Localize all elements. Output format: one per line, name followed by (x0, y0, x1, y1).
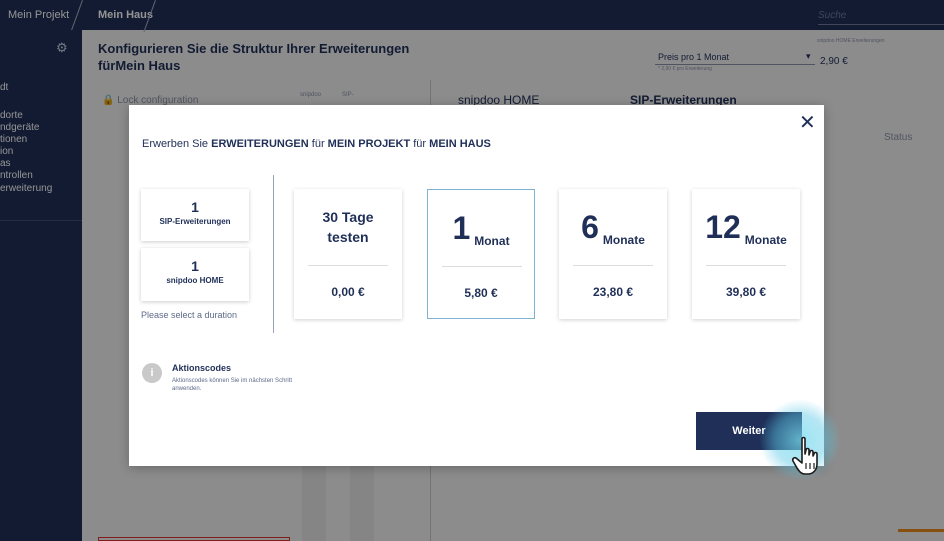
summary-card-sip: 1 SIP-Erweiterungen (141, 189, 249, 241)
plan-header: 6 Monate (559, 189, 667, 265)
plan-unit: Monate (744, 233, 787, 247)
summary-count: 1 (191, 199, 199, 215)
plan-trial[interactable]: 30 Tage testen 0,00 € (294, 189, 402, 319)
duration-hint: Please select a duration (141, 310, 238, 320)
plan-1-month[interactable]: 1 Monat 5,80 € (427, 189, 535, 319)
title-highlight: MEIN PROJEKT (327, 138, 411, 150)
plan-header: 1 Monat (428, 190, 534, 266)
plan-divider (573, 265, 653, 266)
purchase-dialog: ✕ Erwerben Sie ERWEITERUNGEN für MEIN PR… (129, 105, 824, 466)
plan-trial-label: 30 Tage testen (322, 207, 373, 247)
summary-label: snipdoo HOME (166, 276, 224, 285)
plan-header: 30 Tage testen (294, 189, 402, 265)
plan-trial-line2: testen (327, 229, 369, 245)
plan-6-months[interactable]: 6 Monate 23,80 € (559, 189, 667, 319)
plan-unit: Monat (474, 234, 510, 248)
plan-price: 23,80 € (592, 285, 634, 299)
title-text: Erwerben Sie (142, 138, 209, 150)
plan-divider (308, 265, 388, 266)
summary-label: SIP-Erweiterungen (159, 217, 231, 226)
plan-trial-line1: 30 Tage (322, 209, 374, 225)
plan-divider (442, 266, 522, 267)
plan-header: 12 Monate (692, 189, 800, 265)
plan-12-months[interactable]: 12 Monate 39,80 € (692, 189, 800, 319)
info-icon: i (142, 363, 162, 383)
plan-divider (706, 265, 786, 266)
plan-unit: Monate (602, 233, 645, 247)
dialog-title: Erwerben Sie ERWEITERUNGEN für MEIN PROJ… (142, 138, 491, 150)
title-text: für (413, 138, 427, 150)
plan-price: 0,00 € (331, 285, 365, 299)
promo-codes-title: Aktionscodes (172, 363, 232, 373)
title-highlight: MEIN HAUS (429, 138, 491, 150)
plan-price: 39,80 € (725, 285, 767, 299)
plan-number: 1 (452, 210, 471, 246)
vertical-divider (273, 175, 274, 333)
hand-pointer-icon (791, 436, 818, 475)
plan-number: 6 (581, 209, 599, 245)
close-icon[interactable]: ✕ (799, 113, 816, 133)
summary-count: 1 (191, 258, 199, 274)
promo-codes-text: Aktionscodes können Sie im nächsten Schr… (172, 378, 293, 392)
title-text: für (311, 138, 325, 150)
plan-price: 5,80 € (464, 286, 498, 300)
plan-number: 12 (705, 209, 741, 245)
title-highlight: ERWEITERUNGEN (211, 138, 309, 150)
summary-card-snipdoo: 1 snipdoo HOME (141, 248, 249, 301)
